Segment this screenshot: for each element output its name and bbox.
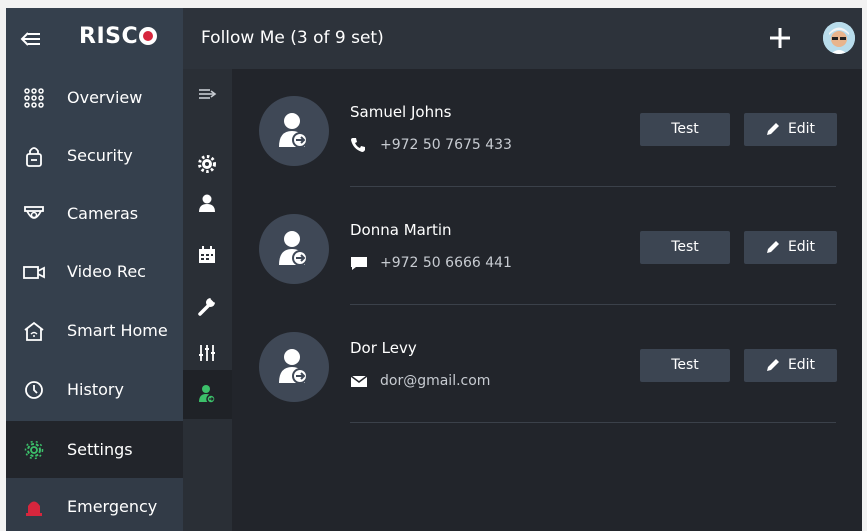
expand-icon[interactable] bbox=[196, 83, 218, 105]
sliders-icon[interactable] bbox=[196, 342, 218, 364]
email-icon bbox=[350, 375, 368, 387]
sidebar-item-label: Smart Home bbox=[67, 321, 168, 340]
edit-button-label: Edit bbox=[787, 239, 816, 255]
logo-text: RISC bbox=[79, 24, 139, 49]
contact-avatar bbox=[259, 96, 329, 166]
list-item: Samuel Johns +972 50 7675 433 Test Edit bbox=[236, 69, 862, 187]
sidebar-item-label: Security bbox=[67, 146, 133, 165]
logo-mark-icon bbox=[139, 27, 158, 45]
siren-icon bbox=[26, 501, 42, 516]
grid-icon bbox=[24, 88, 44, 108]
test-button-label: Test bbox=[671, 357, 699, 373]
row-divider bbox=[350, 422, 836, 423]
sidebar-item-label: History bbox=[67, 380, 124, 399]
contact-phone: +972 50 6666 441 bbox=[380, 255, 512, 271]
pencil-icon bbox=[766, 123, 779, 135]
risco-logo: RISC bbox=[79, 24, 158, 49]
contact-phone: +972 50 7675 433 bbox=[380, 137, 512, 153]
sidebar-header: RISC bbox=[6, 8, 183, 69]
sidebar-item-smart-home[interactable]: Smart Home bbox=[6, 302, 183, 360]
home-icon bbox=[24, 321, 44, 341]
edit-button[interactable]: Edit bbox=[744, 113, 837, 146]
sidebar-item-label: Cameras bbox=[67, 204, 139, 223]
test-button[interactable]: Test bbox=[640, 113, 730, 146]
back-arrow-icon[interactable] bbox=[20, 28, 42, 50]
contact-detail: dor@gmail.com bbox=[350, 373, 490, 389]
gear-icon bbox=[24, 440, 44, 460]
test-button-label: Test bbox=[671, 239, 699, 255]
person-arrow-icon bbox=[279, 113, 308, 148]
sidebar-item-label: Emergency bbox=[67, 497, 158, 516]
sidebar-item-overview[interactable]: Overview bbox=[6, 69, 183, 127]
lock-icon bbox=[26, 147, 42, 167]
test-button[interactable]: Test bbox=[640, 231, 730, 264]
user-avatar-image bbox=[823, 22, 855, 54]
contact-name: Dor Levy bbox=[350, 339, 417, 357]
follow-me-icon[interactable] bbox=[196, 383, 218, 405]
list-item: Dor Levy dor@gmail.com Test Edit bbox=[236, 305, 862, 423]
edit-button[interactable]: Edit bbox=[744, 349, 837, 382]
sidebar-item-label: Settings bbox=[67, 440, 133, 459]
contact-avatar bbox=[259, 214, 329, 284]
sidebar-item-history[interactable]: History bbox=[6, 361, 183, 419]
contact-avatar bbox=[259, 332, 329, 402]
settings-subnav bbox=[183, 69, 232, 531]
gear-icon[interactable] bbox=[196, 153, 218, 175]
sms-icon bbox=[351, 257, 367, 270]
sidebar-item-security[interactable]: Security bbox=[6, 127, 183, 185]
wrench-icon[interactable] bbox=[196, 295, 218, 317]
pencil-icon bbox=[766, 359, 779, 371]
camera-icon bbox=[24, 206, 44, 219]
sidebar-item-video-rec[interactable]: Video Rec bbox=[6, 243, 183, 301]
sidebar-item-label: Overview bbox=[67, 88, 143, 107]
contact-detail: +972 50 7675 433 bbox=[350, 137, 512, 153]
edit-button-label: Edit bbox=[787, 121, 816, 137]
edit-button-label: Edit bbox=[787, 357, 816, 373]
sidebar-item-emergency[interactable]: Emergency bbox=[6, 478, 183, 531]
contact-detail: +972 50 6666 441 bbox=[350, 255, 512, 271]
test-button[interactable]: Test bbox=[640, 349, 730, 382]
contact-name: Donna Martin bbox=[350, 221, 452, 239]
contact-email: dor@gmail.com bbox=[380, 373, 491, 389]
plus-icon bbox=[770, 28, 790, 48]
sidebar: RISC Overview Security Cameras Video Rec… bbox=[6, 8, 183, 531]
page-title: Follow Me (3 of 9 set) bbox=[201, 28, 384, 48]
top-bar: Follow Me (3 of 9 set) bbox=[183, 8, 862, 69]
user-avatar[interactable] bbox=[823, 22, 855, 54]
test-button-label: Test bbox=[671, 121, 699, 137]
user-icon[interactable] bbox=[196, 192, 218, 214]
add-contact-button[interactable] bbox=[766, 24, 794, 52]
person-arrow-icon bbox=[279, 231, 308, 266]
app-window: Follow Me (3 of 9 set) RISC Overview Sec… bbox=[6, 8, 862, 531]
list-item: Donna Martin +972 50 6666 441 Test Edit bbox=[236, 187, 862, 305]
person-arrow-icon bbox=[279, 349, 308, 384]
sidebar-item-label: Video Rec bbox=[67, 262, 146, 281]
contacts-list: Samuel Johns +972 50 7675 433 Test Edit bbox=[236, 69, 862, 531]
calendar-icon[interactable] bbox=[196, 244, 218, 266]
sidebar-item-cameras[interactable]: Cameras bbox=[6, 185, 183, 243]
edit-button[interactable]: Edit bbox=[744, 231, 837, 264]
history-icon bbox=[25, 381, 43, 399]
contact-name: Samuel Johns bbox=[350, 103, 452, 121]
pencil-icon bbox=[766, 241, 779, 253]
phone-icon bbox=[351, 138, 365, 152]
video-icon bbox=[23, 266, 45, 279]
sidebar-item-settings[interactable]: Settings bbox=[6, 421, 183, 479]
